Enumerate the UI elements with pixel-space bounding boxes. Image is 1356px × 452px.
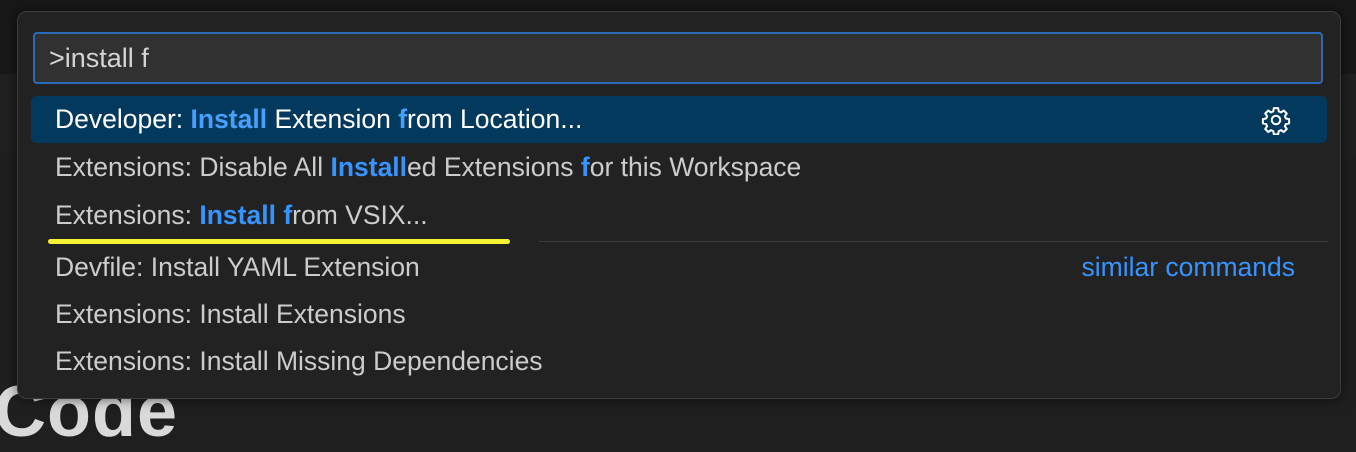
command-label: Devfile: Install YAML Extension (55, 252, 420, 282)
command-item-disable-all-installed-extensions[interactable]: Extensions: Disable All Installed Extens… (31, 144, 1327, 191)
command-label-prefix: Extensions: (55, 200, 200, 230)
command-label-text: rom Location... (407, 104, 583, 134)
command-label: Extensions: Install Missing Dependencies (55, 346, 543, 376)
similar-commands-label: similar commands (1081, 252, 1295, 282)
command-label-prefix: Extensions: Disable All (55, 152, 331, 182)
command-label-match: Install (190, 104, 268, 134)
command-label-match: Install (330, 152, 408, 182)
command-item-devfile-install-yaml[interactable]: Devfile: Install YAML Extension similar … (31, 244, 1327, 291)
command-label-match: Install (199, 200, 276, 230)
command-label-text: rom VSIX... (292, 200, 428, 230)
similar-commands-separator (539, 241, 1328, 242)
command-item-install-extension-from-location[interactable]: Developer: Install Extension from Locati… (31, 96, 1327, 143)
command-item-install-missing-dependencies[interactable]: Extensions: Install Missing Dependencies (31, 338, 1327, 385)
command-label-match: f (283, 200, 293, 230)
command-label-match: f (580, 152, 590, 182)
command-palette-input-box[interactable] (33, 32, 1323, 84)
command-item-install-from-vsix[interactable]: Extensions: Install from VSIX... (31, 192, 1327, 239)
command-label-prefix: Developer: (55, 104, 191, 134)
command-label: Extensions: Install Extensions (55, 299, 406, 329)
command-label-text: ed Extensions (407, 152, 581, 182)
command-item-install-extensions[interactable]: Extensions: Install Extensions (31, 291, 1327, 338)
gear-icon[interactable] (1261, 105, 1291, 135)
command-palette-input[interactable] (49, 34, 1299, 82)
command-label-text: Extension (267, 104, 399, 134)
command-palette: Developer: Install Extension from Locati… (17, 11, 1341, 399)
command-label-match: f (398, 104, 408, 134)
command-label-text: or this Workspace (589, 152, 802, 182)
